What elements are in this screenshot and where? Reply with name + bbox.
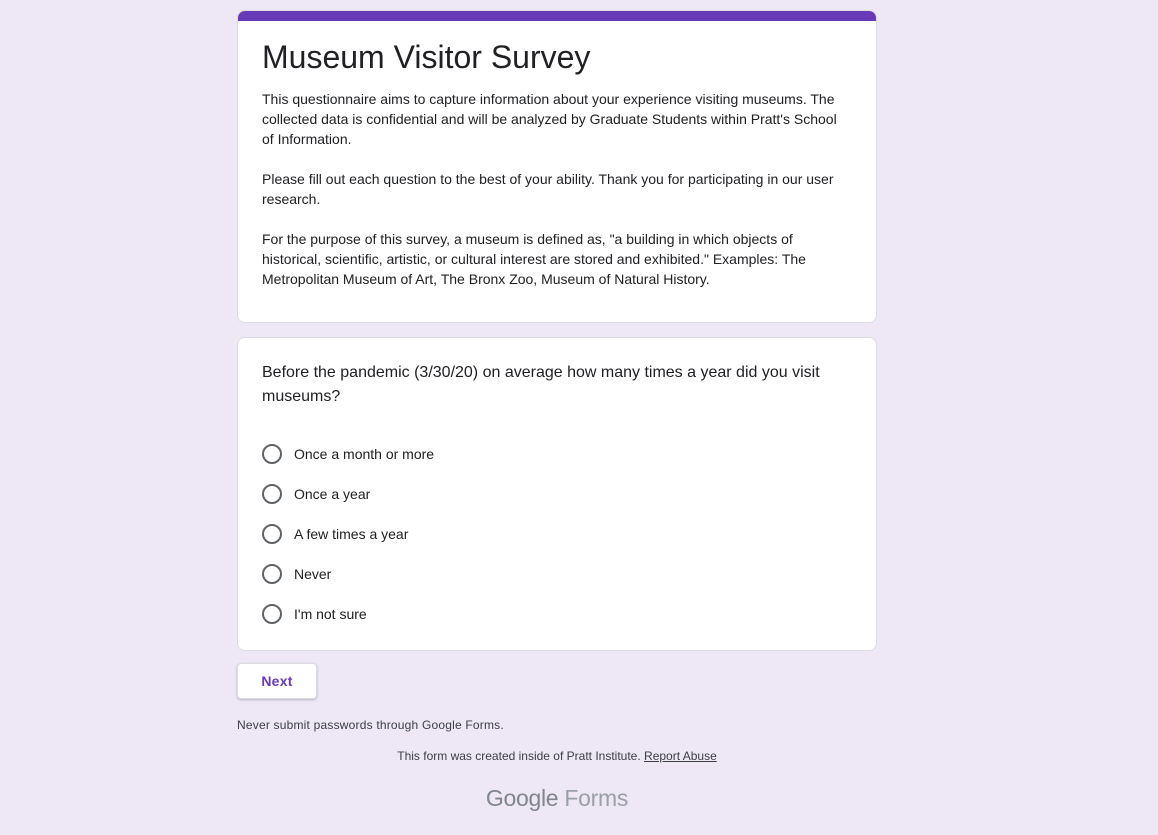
radio-button-icon[interactable] xyxy=(262,444,282,464)
password-warning: Never submit passwords through Google Fo… xyxy=(237,718,504,732)
radio-button-icon[interactable] xyxy=(262,484,282,504)
form-container: Museum Visitor Survey This questionnaire… xyxy=(237,10,877,811)
radio-option[interactable]: I'm not sure xyxy=(262,594,434,634)
google-forms-logo[interactable]: Google Forms xyxy=(237,785,877,812)
radio-option[interactable]: Once a month or more xyxy=(262,434,434,474)
footer-note: This form was created inside of Pratt In… xyxy=(237,749,877,763)
radio-option-label: Once a year xyxy=(294,486,371,502)
description-paragraph: Please fill out each question to the bes… xyxy=(262,171,834,207)
radio-option[interactable]: Once a year xyxy=(262,474,434,514)
radio-option-label: Once a month or more xyxy=(294,446,435,462)
question-title: Before the pandemic (3/30/20) on average… xyxy=(262,364,820,405)
radio-option[interactable]: A few times a year xyxy=(262,514,434,554)
logo-product: Forms xyxy=(564,785,629,811)
radio-button-icon[interactable] xyxy=(262,564,282,584)
logo-brand: Google xyxy=(485,785,559,811)
description-paragraph: For the purpose of this survey, a museum… xyxy=(262,231,806,287)
radio-option-label: I'm not sure xyxy=(294,606,367,622)
form-header-card: Museum Visitor Survey This questionnaire… xyxy=(237,10,877,323)
radio-group: Once a month or more Once a year A few t… xyxy=(262,434,434,634)
question-card: Before the pandemic (3/30/20) on average… xyxy=(237,337,877,651)
radio-option[interactable]: Never xyxy=(262,554,434,594)
form-accent-bar xyxy=(238,11,876,21)
report-abuse-link[interactable]: Report Abuse xyxy=(644,749,717,763)
created-by-text: This form was created inside of Pratt In… xyxy=(397,749,641,763)
form-description: This questionnaire aims to capture infor… xyxy=(262,89,852,309)
radio-option-label: A few times a year xyxy=(294,526,409,542)
next-button[interactable]: Next xyxy=(237,663,317,699)
radio-button-icon[interactable] xyxy=(262,524,282,544)
form-title: Museum Visitor Survey xyxy=(262,39,591,75)
radio-button-icon[interactable] xyxy=(262,604,282,624)
radio-option-label: Never xyxy=(294,566,332,582)
description-paragraph: This questionnaire aims to capture infor… xyxy=(262,91,837,147)
